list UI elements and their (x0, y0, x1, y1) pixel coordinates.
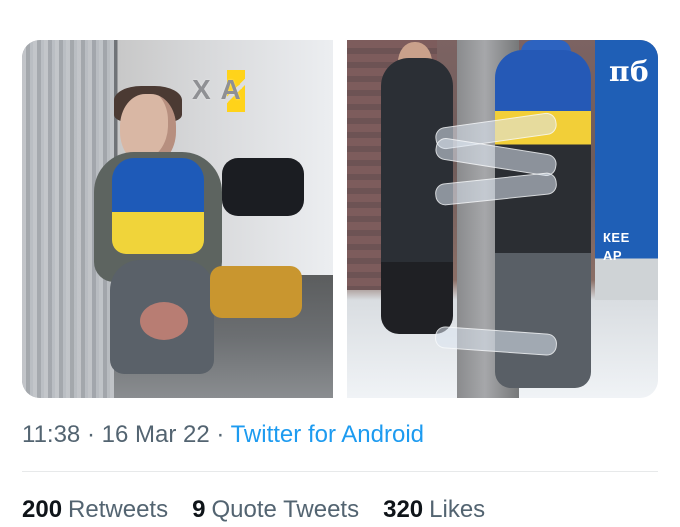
likes-count: 320 (383, 496, 424, 523)
metrics-divider (22, 471, 658, 472)
meta-separator: · (216, 421, 231, 448)
tweet-timestamp-row: 11:38 · 16 Mar 22 · Twitter for Android (22, 421, 424, 449)
tweet-media-grid: Х А пб КЕЕ АР (22, 40, 658, 398)
poster-top-text: пб (609, 55, 650, 88)
black-bag (222, 158, 304, 216)
blue-yellow-vest (112, 158, 204, 254)
tweet-source-link[interactable]: Twitter for Android (231, 421, 424, 448)
tweet-time: 11:38 (22, 421, 81, 448)
poster-bottom-text: КЕЕ АР (603, 230, 630, 263)
quote-tweets-count: 9 (192, 496, 206, 523)
meta-separator: · (86, 421, 102, 448)
media-photo-right[interactable]: пб КЕЕ АР (347, 40, 658, 398)
tweet-date: 16 Mar 22 (101, 421, 210, 448)
likes-label: Likes (429, 496, 486, 523)
seated-person (88, 78, 242, 394)
tweet-metrics-row: 200 Retweets 9 Quote Tweets 320 Likes (22, 496, 485, 524)
watermark-text: Х А (192, 74, 242, 105)
quote-tweets-metric[interactable]: 9 Quote Tweets (192, 496, 359, 524)
retweets-metric[interactable]: 200 Retweets (22, 496, 168, 524)
food-package (210, 266, 302, 318)
likes-metric[interactable]: 320 Likes (383, 496, 485, 524)
retweets-count: 200 (22, 496, 63, 523)
retweets-label: Retweets (68, 496, 169, 523)
person-hands (140, 302, 188, 340)
media-photo-left[interactable]: Х А (22, 40, 333, 398)
quote-tweets-label: Quote Tweets (211, 496, 360, 523)
